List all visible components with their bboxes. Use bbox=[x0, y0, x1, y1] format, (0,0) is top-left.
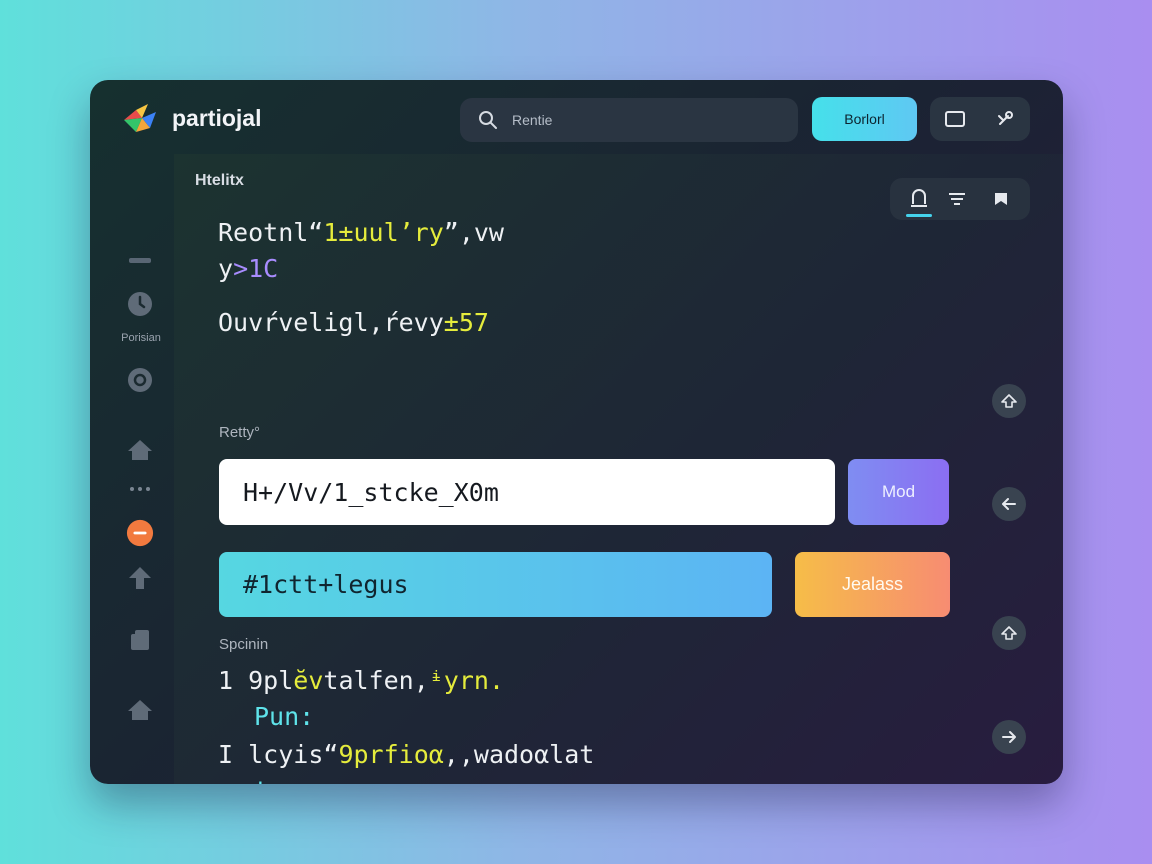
remove-icon bbox=[126, 519, 154, 547]
app-window: partiojal Borlorl bbox=[90, 80, 1063, 784]
panel-toolbar bbox=[890, 178, 1030, 220]
search-bar[interactable] bbox=[460, 98, 798, 142]
search-input[interactable] bbox=[512, 110, 772, 130]
arrow-up-icon bbox=[1001, 626, 1017, 640]
section-label: Spcinin bbox=[219, 636, 269, 653]
sidebar-more-button[interactable] bbox=[126, 475, 154, 503]
code-line-3: Ouvŕveligl,ŕevy±57 bbox=[218, 308, 489, 337]
top-bar: partiojal Borlorl bbox=[90, 80, 1063, 158]
forward-button[interactable] bbox=[992, 720, 1026, 754]
search-icon bbox=[479, 111, 497, 129]
arrow-up-icon bbox=[129, 567, 151, 589]
bookmark-icon[interactable] bbox=[990, 188, 1012, 210]
list-icon[interactable] bbox=[946, 188, 968, 210]
retry-label: Retty° bbox=[219, 424, 261, 441]
code-line-6: I lcyis“9prfioα,,wadoαlat bbox=[218, 740, 595, 769]
back-button[interactable] bbox=[992, 487, 1026, 521]
sidebar-item-history[interactable] bbox=[126, 290, 154, 318]
editor-panel: Htelitx Reotnl“1±uul’ry”,vw y>1C Ouvŕvel… bbox=[174, 154, 1063, 784]
app-logo-icon bbox=[124, 104, 156, 132]
code-line-4: 1 9plĕvtalfen,ᶤyrn. bbox=[218, 666, 505, 695]
secondary-action-button[interactable]: Jealass bbox=[795, 552, 950, 617]
refresh-icon bbox=[128, 368, 152, 392]
arrow-right-icon bbox=[1002, 731, 1016, 743]
mod-button[interactable]: Mod bbox=[848, 459, 949, 525]
more-dots-icon bbox=[130, 487, 150, 491]
primary-action-button[interactable]: Borlorl bbox=[812, 97, 917, 141]
home-icon bbox=[128, 440, 152, 460]
upload-button[interactable] bbox=[992, 616, 1026, 650]
sidebar-item-refresh[interactable] bbox=[126, 366, 154, 394]
arrow-left-icon bbox=[1002, 498, 1016, 510]
arrow-up-icon bbox=[1001, 394, 1017, 408]
clock-icon bbox=[128, 292, 152, 316]
window-tools bbox=[930, 97, 1030, 141]
sidebar-item-home[interactable] bbox=[126, 436, 154, 464]
code-line-7: tarm. bbox=[254, 776, 329, 784]
minus-icon bbox=[129, 257, 151, 263]
sidebar-item-remove[interactable] bbox=[126, 519, 154, 547]
sidebar-collapse-button[interactable] bbox=[126, 246, 154, 274]
sidebar-item-upload[interactable] bbox=[126, 564, 154, 592]
tools-icon[interactable] bbox=[994, 108, 1016, 130]
code-line-5: Pun: bbox=[254, 702, 315, 731]
files-icon bbox=[131, 630, 149, 650]
window-view-icon[interactable] bbox=[944, 108, 966, 130]
code-line-1: Reotnl“1±uul’ry”,vw bbox=[218, 218, 504, 247]
sidebar-label: Porisian bbox=[121, 332, 161, 344]
code-line-2: y>1C bbox=[218, 254, 279, 283]
active-tab-indicator bbox=[906, 214, 932, 217]
sidebar: Porisian bbox=[90, 158, 174, 784]
scroll-up-button[interactable] bbox=[992, 384, 1026, 418]
command-input[interactable]: H+/Vv/1_stcke_X0m bbox=[219, 459, 835, 525]
app-title: partiojal bbox=[172, 105, 262, 131]
panel-heading: Htelitx bbox=[195, 172, 244, 189]
text-view-icon[interactable] bbox=[908, 188, 930, 210]
sidebar-item-files[interactable] bbox=[126, 626, 154, 654]
tag-input[interactable]: #1ctt+legus bbox=[219, 552, 772, 617]
home-icon bbox=[128, 700, 152, 720]
sidebar-item-home-2[interactable] bbox=[126, 696, 154, 724]
